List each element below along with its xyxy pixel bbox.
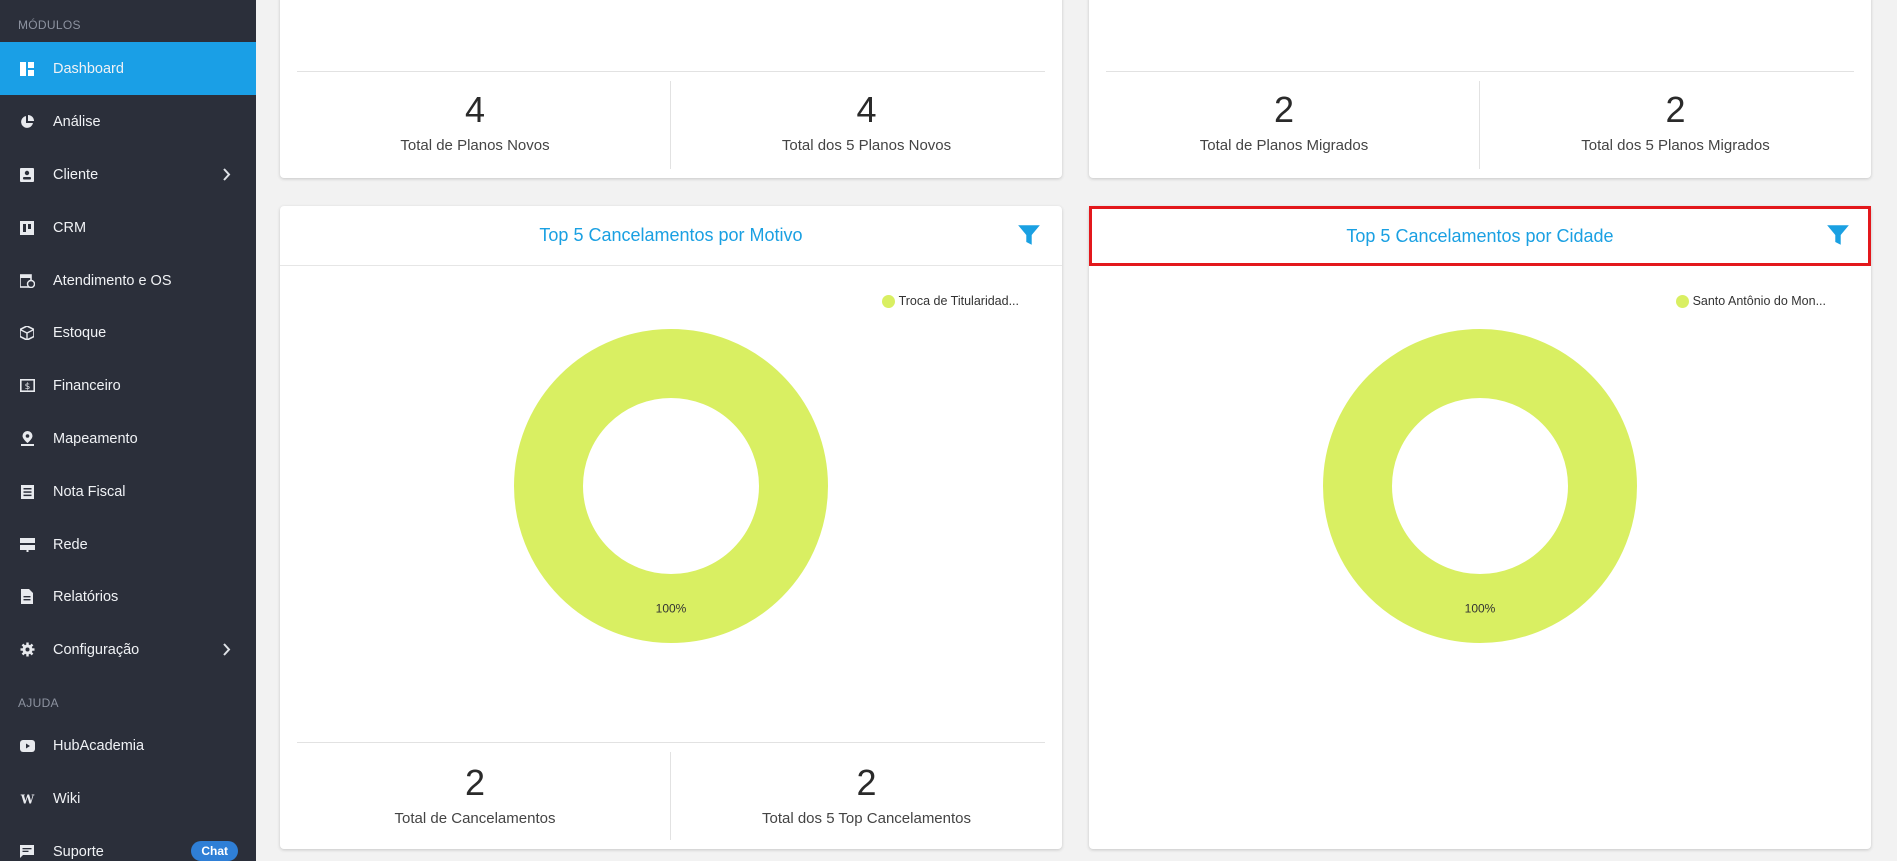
stat-total-5-planos-migrados: 2 Total dos 5 Planos Migrados (1480, 89, 1871, 154)
sidebar-item-label: Suporte (53, 843, 104, 860)
kanban-icon (19, 220, 35, 236)
sidebar-item-label: Rede (53, 536, 88, 553)
chat-badge[interactable]: Chat (191, 841, 238, 861)
sidebar-item-configuracao[interactable]: Configuração (0, 623, 256, 676)
sidebar-item-label: Configuração (53, 641, 140, 658)
divider (1106, 71, 1854, 72)
sidebar-item-relatorios[interactable]: Relatórios (0, 570, 256, 623)
filter-icon[interactable] (1825, 222, 1851, 248)
chart-legend: Troca de Titularidad... (881, 294, 1019, 308)
stat-label: Total de Planos Novos (400, 137, 550, 154)
sidebar-item-rede[interactable]: Rede (0, 518, 256, 571)
stat-value: 2 (464, 762, 486, 803)
modules-section-title: MÓDULOS (18, 18, 81, 32)
contact-card-icon (19, 167, 35, 183)
pie-data-label: 100% (656, 602, 687, 616)
legend-entry[interactable]: Santo Antônio do Mon... (1693, 294, 1826, 308)
card-title: Top 5 Cancelamentos por Cidade (1346, 225, 1614, 246)
money-icon: $ (19, 378, 35, 394)
stat-total-5-planos-novos: 4 Total dos 5 Planos Novos (671, 89, 1062, 154)
svg-text:$: $ (24, 382, 30, 392)
pie-slice[interactable] (514, 329, 828, 643)
chevron-right-icon (223, 643, 231, 656)
sidebar-item-hubacademia[interactable]: HubAcademia (0, 719, 256, 772)
map-pin-icon (19, 431, 35, 447)
document-icon (19, 589, 35, 605)
sidebar-item-label: Estoque (53, 324, 107, 341)
stat-value: 4 (856, 89, 877, 130)
sidebar-item-label: Wiki (53, 790, 81, 807)
donut-chart: 100% (514, 329, 828, 643)
filter-icon[interactable] (1016, 222, 1042, 248)
sidebar-item-label: Nota Fiscal (53, 483, 126, 500)
chat-bubble-icon (19, 844, 35, 860)
sidebar-item-mapeamento[interactable]: Mapeamento (0, 412, 256, 465)
sidebar-item-financeiro[interactable]: $ Financeiro (0, 359, 256, 412)
stat-label: Total de Cancelamentos (394, 810, 556, 827)
card-planos-migrados: 2 Total de Planos Migrados 2 Total dos 5… (1089, 0, 1871, 178)
sidebar-item-dashboard[interactable]: Dashboard (0, 42, 256, 95)
sidebar-item-cliente[interactable]: Cliente (0, 148, 256, 201)
stat-label: Total dos 5 Planos Novos (781, 137, 952, 154)
sidebar-item-label: Mapeamento (53, 430, 138, 447)
chevron-right-icon (223, 168, 231, 181)
video-play-icon (19, 738, 35, 754)
sidebar-item-atendimento[interactable]: Atendimento e OS (0, 254, 256, 307)
stat-total-planos-migrados: 2 Total de Planos Migrados (1089, 89, 1479, 154)
pie-slice[interactable] (1323, 329, 1637, 643)
sidebar-item-label: Análise (53, 113, 101, 130)
card-cancelamentos-motivo: Top 5 Cancelamentos por Motivo Troca de … (280, 206, 1062, 849)
help-section-title: AJUDA (18, 696, 59, 710)
divider (297, 71, 1045, 72)
sidebar-item-label: CRM (53, 219, 87, 236)
chart-legend: Santo Antônio do Mon... (1675, 294, 1826, 308)
wiki-icon: W (19, 791, 35, 807)
card-header: Top 5 Cancelamentos por Motivo (280, 206, 1062, 266)
stat-label: Total de Planos Migrados (1199, 137, 1369, 154)
stat-total-cancelamentos: 2 Total de Cancelamentos (280, 762, 670, 827)
card-planos-novos: 4 Total de Planos Novos 4 Total dos 5 Pl… (280, 0, 1062, 178)
calendar-clock-icon (19, 273, 35, 289)
gear-icon (19, 642, 35, 658)
stat-value: 2 (1273, 89, 1295, 130)
box-icon (19, 325, 35, 341)
sidebar-item-estoque[interactable]: Estoque (0, 306, 256, 359)
sidebar-item-label: Cliente (53, 166, 99, 183)
sidebar-item-crm[interactable]: CRM (0, 201, 256, 254)
server-icon (19, 537, 35, 553)
dashboard-icon (19, 61, 35, 77)
stat-value: 2 (1665, 89, 1686, 130)
sidebar-item-label: Dashboard (53, 60, 124, 77)
sidebar-item-suporte[interactable]: Suporte Chat (0, 825, 256, 861)
sidebar-item-label: HubAcademia (53, 737, 145, 754)
card-title: Top 5 Cancelamentos por Motivo (539, 225, 803, 245)
legend-swatch (1675, 294, 1689, 308)
donut-chart: 100% (1323, 329, 1637, 643)
stat-value: 2 (856, 762, 877, 803)
stat-label: Total dos 5 Top Cancelamentos (761, 810, 972, 827)
sidebar-item-label: Relatórios (53, 588, 119, 605)
stat-value: 4 (464, 89, 486, 130)
pie-data-label: 100% (1465, 602, 1496, 616)
card-cancelamentos-cidade: Top 5 Cancelamentos por Cidade Santo Ant… (1089, 206, 1871, 849)
sidebar-item-nota-fiscal[interactable]: Nota Fiscal (0, 465, 256, 518)
legend-entry[interactable]: Troca de Titularidad... (899, 294, 1019, 308)
stat-total-planos-novos: 4 Total de Planos Novos (280, 89, 670, 154)
pie-chart-icon (19, 114, 35, 130)
stat-total-5-top-cancelamentos: 2 Total dos 5 Top Cancelamentos (671, 762, 1062, 827)
sidebar-item-wiki[interactable]: W Wiki (0, 772, 256, 825)
sidebar-item-label: Atendimento e OS (53, 272, 172, 289)
legend-swatch (881, 294, 895, 308)
svg-text:W: W (20, 793, 35, 805)
card-header-highlighted: Top 5 Cancelamentos por Cidade (1089, 206, 1871, 266)
receipt-icon (19, 484, 35, 500)
divider (297, 742, 1045, 743)
sidebar-item-label: Financeiro (53, 377, 121, 394)
sidebar-item-analise[interactable]: Análise (0, 95, 256, 148)
stat-label: Total dos 5 Planos Migrados (1581, 137, 1770, 154)
sidebar: MÓDULOS Dashboard Análise Cliente CRM At… (0, 0, 256, 861)
